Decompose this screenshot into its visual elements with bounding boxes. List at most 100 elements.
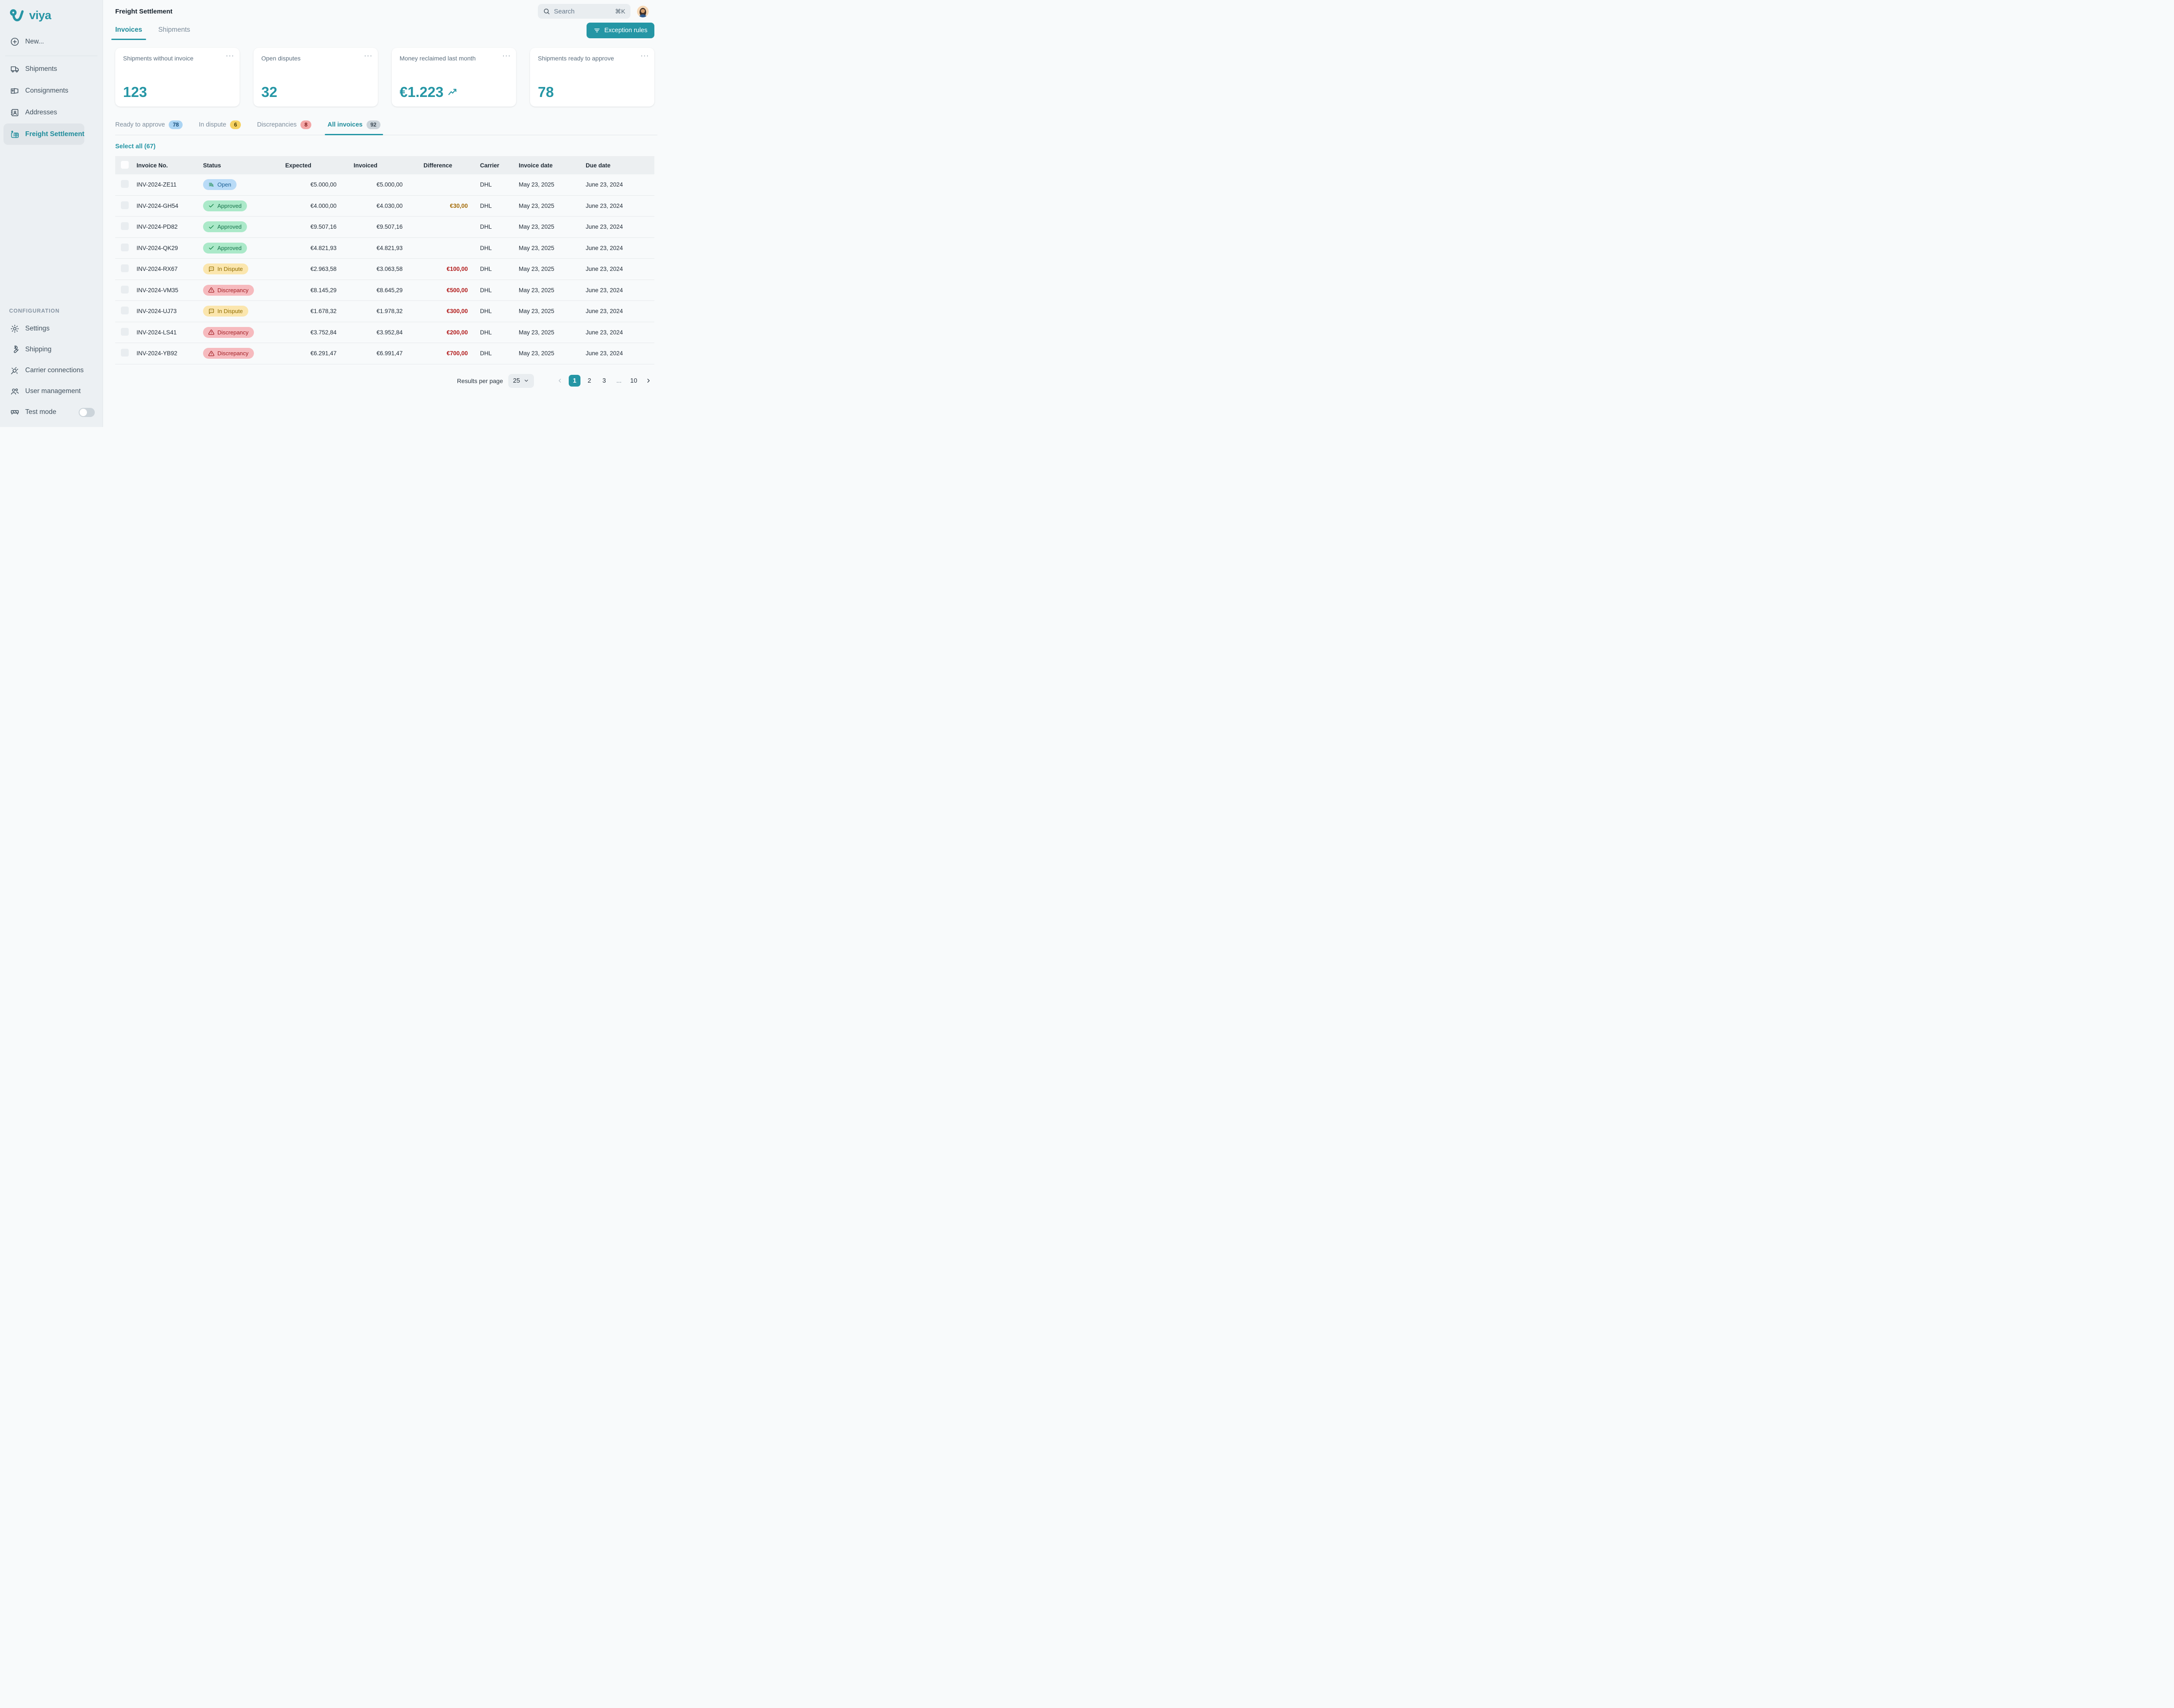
difference-amount: €30,00 [403,203,468,209]
invoiced-amount: €4.030,00 [337,203,403,209]
exception-rules-button[interactable]: Exception rules [587,23,654,38]
card-menu-button[interactable]: ··· [640,51,649,60]
alert-triangle-icon [208,350,214,357]
page-number-button[interactable]: 3 [598,375,610,387]
card-menu-button[interactable]: ··· [226,51,234,60]
sidebar-item[interactable]: Addresses [3,102,57,123]
per-page-select[interactable]: 25 [508,374,534,388]
sidebar-config-item[interactable]: Shipping [0,339,103,360]
search-shortcut: ⌘K [615,8,625,15]
stat-card-value: 78 [538,84,554,100]
tabs-row: Invoices Shipments Exception rules [115,23,657,43]
carrier-name: DHL [468,308,519,314]
carrier-name: DHL [468,224,519,230]
main-tab[interactable]: Invoices [115,23,142,40]
expected-amount: €4.821,93 [272,245,337,251]
invoice-filter-tab[interactable]: Discrepancies 8 [257,118,311,135]
test-mode-row: Test mode [0,402,103,423]
filter-icon [594,27,600,34]
table-row[interactable]: INV-2024-ZE11 Open €5.000,00 €5.000,00 [115,174,654,196]
container-icon [10,86,20,96]
sidebar-item[interactable]: Shipments [3,58,57,80]
sidebar-config-item[interactable]: Carrier connections [0,360,103,381]
select-all-checkbox[interactable] [121,161,129,169]
invoiced-amount: €9.507,16 [337,224,403,230]
page-number-button[interactable]: ... [613,375,625,387]
row-checkbox[interactable] [121,201,129,209]
page-number-button[interactable]: 2 [584,375,595,387]
sidebar-config-item[interactable]: User management [0,381,103,402]
card-menu-button[interactable]: ··· [364,51,373,60]
difference-amount: €500,00 [403,287,468,294]
status-badge: Discrepancy [203,327,254,338]
main-tab[interactable]: Shipments [158,23,190,40]
status-label: Discrepancy [217,329,249,336]
invoice-filter-label: Ready to approve [115,121,165,128]
invoice-filter-tab[interactable]: Ready to approve 78 [115,118,183,135]
sidebar-nav: Shipments Consignments [0,58,103,145]
row-checkbox[interactable] [121,244,129,251]
col-status: Status [203,162,272,169]
pagination-bar: Results per page 25 123...10 [115,374,657,388]
status-label: Approved [217,245,242,251]
main-content: Freight Settlement ⌘K [103,0,657,427]
page-buttons: 123...10 [554,375,654,387]
trending-up-icon [447,87,459,98]
search-input[interactable] [554,8,611,15]
search-bar[interactable]: ⌘K [538,4,630,19]
table-body: INV-2024-ZE11 Open €5.000,00 €5.000,00 [115,174,654,364]
table-row[interactable]: INV-2024-LS41 Discrepancy €3.752,84 €3.9… [115,322,654,344]
row-checkbox[interactable] [121,307,129,314]
invoice-date: May 23, 2025 [519,287,586,294]
invoice-filter-tab[interactable]: In dispute 6 [199,118,241,135]
sidebar-item-label: Addresses [25,109,57,117]
configuration-section-label: CONFIGURATION [0,308,103,318]
prev-page-button[interactable] [554,377,566,384]
row-checkbox[interactable] [121,180,129,188]
table-row[interactable]: INV-2024-VM35 Discrepancy €8.145,29 €8.6… [115,280,654,301]
status-label: Discrepancy [217,350,249,357]
table-row[interactable]: INV-2024-GH54 Approved €4.000,00 €4.030,… [115,196,654,217]
sidebar-item[interactable]: Freight Settlement [3,123,84,145]
page-number-button[interactable]: 1 [569,375,580,387]
invoice-date: May 23, 2025 [519,245,586,251]
status-badge: Approved [203,243,247,254]
expected-amount: €9.507,16 [272,224,337,230]
status-label: Discrepancy [217,287,249,294]
status-badge: Open [203,179,237,190]
invoice-number: INV-2024-PD82 [137,224,203,230]
new-button[interactable]: New... [0,32,103,51]
table-row[interactable]: INV-2024-UJ73 In Dispute €1.678,32 €1.97… [115,301,654,322]
invoiced-amount: €6.991,47 [337,350,403,357]
test-mode-toggle[interactable] [79,408,95,417]
sidebar-item[interactable]: Consignments [3,80,68,101]
expected-amount: €5.000,00 [272,181,337,188]
invoice-filter-count-badge: 92 [367,120,380,129]
user-avatar[interactable] [637,6,649,17]
status-label: In Dispute [217,308,243,314]
card-menu-button[interactable]: ··· [502,51,511,60]
table-row[interactable]: INV-2024-PD82 Approved €9.507,16 €9.507,… [115,217,654,238]
sidebar-item-icon [10,108,20,117]
row-checkbox[interactable] [121,349,129,357]
expected-amount: €3.752,84 [272,329,337,336]
table-row[interactable]: INV-2024-QK29 Approved €4.821,93 €4.821,… [115,238,654,259]
row-checkbox[interactable] [121,286,129,294]
page-number-button[interactable]: 10 [628,375,640,387]
table-header-row: Invoice No. Status Expected Invoiced Dif… [115,156,654,174]
table-row[interactable]: INV-2024-YB92 Discrepancy €6.291,47 €6.9… [115,343,654,364]
sidebar-config-item[interactable]: Settings [0,318,103,339]
plus-circle-icon [10,37,20,47]
row-checkbox[interactable] [121,328,129,336]
topbar: Freight Settlement ⌘K [115,0,657,23]
row-checkbox[interactable] [121,222,129,230]
invoice-number: INV-2024-YB92 [137,350,203,357]
invoice-filter-tab[interactable]: All invoices 92 [327,118,380,135]
table-row[interactable]: INV-2024-RX67 In Dispute €2.963,58 €3.06… [115,259,654,280]
next-page-button[interactable] [643,377,654,384]
difference-amount: €100,00 [403,266,468,272]
search-icon [543,8,550,15]
invoiced-amount: €3.952,84 [337,329,403,336]
row-checkbox[interactable] [121,264,129,272]
select-all-link[interactable]: Select all (67) [115,143,156,150]
